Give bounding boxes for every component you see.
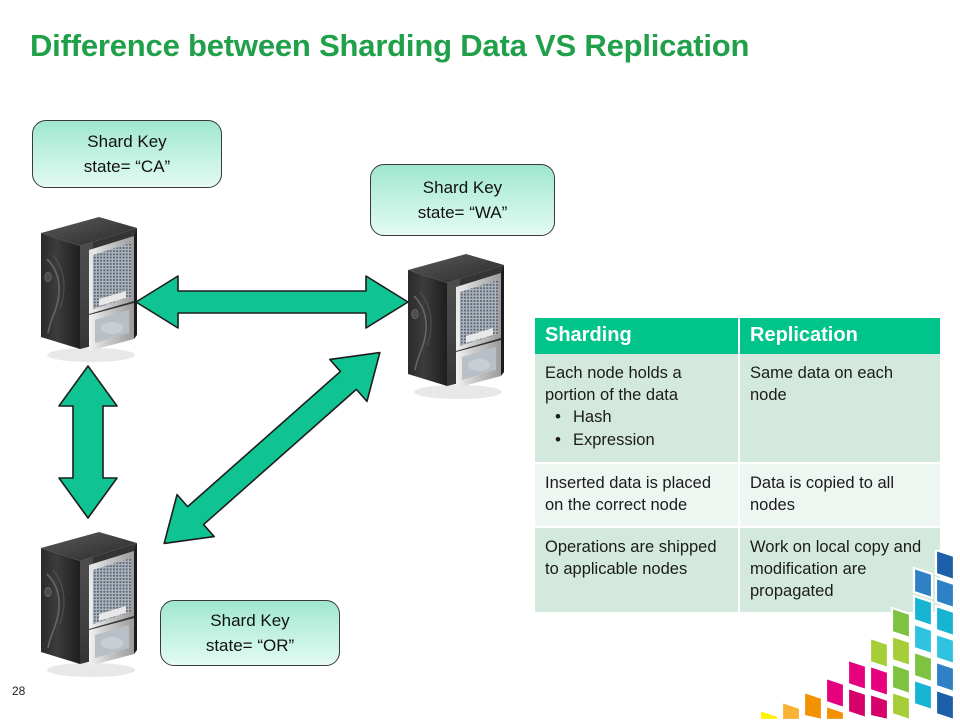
server-icon [408,254,504,399]
table-row: Each node holds a portion of the data Ha… [535,354,940,464]
callout-wa-line1: Shard Key [422,178,503,197]
cell-sharding-1-text: Each node holds a portion of the data [545,364,682,404]
server-tower-wa [400,252,520,402]
page-number: 28 [12,684,26,698]
column-header-replication: Replication [740,318,940,354]
bullet-item: Hash [555,405,730,429]
server-icon [41,532,137,677]
arrow-vertical-icon [58,365,118,519]
server-icon [41,217,137,362]
table-header-row: Sharding Replication [535,318,940,354]
page-title: Difference between Sharding Data VS Repl… [30,28,750,63]
callout-ca-line1: Shard Key [87,132,167,151]
cell-sharding-1-bullets: Hash Expression [545,405,730,452]
column-header-sharding: Sharding [535,318,740,354]
table-row: Inserted data is placed on the correct n… [535,464,940,528]
arrow-diagonal-icon [163,351,381,545]
cell-sharding-2: Inserted data is placed on the correct n… [535,464,740,528]
cell-replication-1: Same data on each node [740,354,940,464]
cell-sharding-3: Operations are shipped to applicable nod… [535,528,740,614]
callout-shard-key-or: Shard Key state= “OR” [160,600,340,666]
callout-or-line1: Shard Key [210,611,290,630]
sharding-vs-replication-table: Sharding Replication Each node holds a p… [535,318,940,614]
bullet-item: Expression [555,428,730,452]
callout-shard-key-ca: Shard Key state= “CA” [32,120,222,188]
callout-or-line2: state= “OR” [205,636,295,655]
server-tower-or [33,530,153,680]
table-row: Operations are shipped to applicable nod… [535,528,940,614]
server-tower-ca [33,215,153,365]
callout-wa-line2: state= “WA” [417,203,508,222]
callout-shard-key-wa: Shard Key state= “WA” [370,164,555,236]
cell-replication-3: Work on local copy and modification are … [740,528,940,614]
arrow-horizontal-icon [135,275,409,329]
callout-ca-line2: state= “CA” [83,157,171,176]
cell-replication-2: Data is copied to all nodes [740,464,940,528]
cell-sharding-1: Each node holds a portion of the data Ha… [535,354,740,464]
